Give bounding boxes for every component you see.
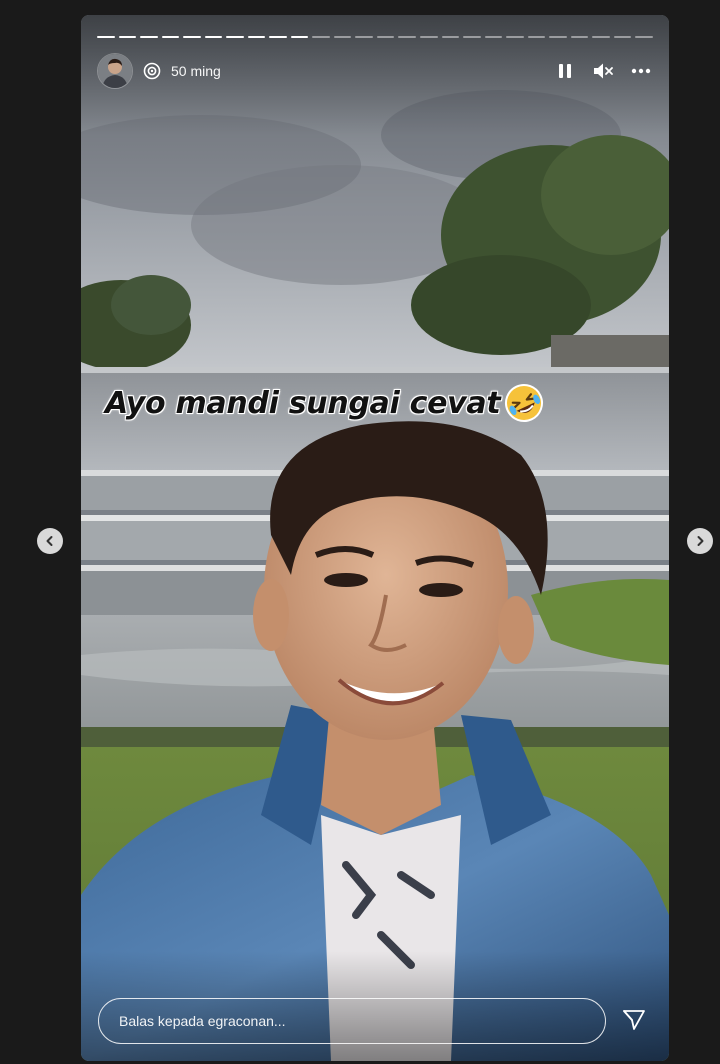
- progress-segment: [570, 36, 589, 38]
- reply-input[interactable]: [98, 998, 606, 1044]
- story-header: 50 ming: [97, 53, 653, 89]
- progress-segment: [441, 36, 460, 38]
- progress-segment: [183, 36, 201, 38]
- pause-icon: [559, 64, 571, 78]
- progress-segment: [269, 36, 287, 38]
- progress-segment: [506, 36, 524, 38]
- story-card[interactable]: 50 ming Ayo mandi sungai cevat Balas kep…: [81, 15, 669, 1061]
- progress-segment: [398, 36, 416, 38]
- story-controls: [553, 59, 653, 83]
- progress-segment: [333, 36, 352, 38]
- close-friends-ring-icon: [143, 62, 161, 80]
- progress-segment: [635, 36, 653, 38]
- chevron-right-icon: [697, 536, 704, 546]
- progress-segment: [204, 36, 223, 38]
- profile-avatar[interactable]: [97, 53, 133, 89]
- progress-segment: [549, 36, 567, 38]
- send-button[interactable]: [621, 1007, 647, 1033]
- caption-text: Ayo mandi sungai cevat: [105, 385, 501, 421]
- progress-segment: [484, 36, 503, 38]
- progress-segment: [527, 36, 546, 38]
- next-story-button[interactable]: [687, 528, 713, 554]
- progress-segment: [419, 36, 438, 38]
- progress-segment: [592, 36, 610, 38]
- progress-segment: [376, 36, 395, 38]
- chevron-left-icon: [46, 536, 53, 546]
- progress-segment: [355, 36, 373, 38]
- story-photo: [81, 15, 669, 1061]
- progress-segment: [140, 36, 158, 38]
- story-progress-bar: [97, 36, 653, 38]
- progress-segment: [312, 36, 330, 38]
- mute-button[interactable]: [591, 59, 615, 83]
- story-viewer: 50 ming Ayo mandi sungai cevat Balas kep…: [0, 0, 720, 1064]
- progress-segment: [118, 36, 137, 38]
- progress-segment: [613, 36, 632, 38]
- time-ago: 50 ming: [171, 63, 221, 79]
- rolling-on-floor-laughing-emoji: [502, 381, 546, 425]
- progress-segment: [226, 36, 244, 38]
- progress-segment: [97, 36, 115, 38]
- more-options-icon: [631, 68, 651, 74]
- send-paper-plane-icon: [623, 1010, 645, 1030]
- pause-button[interactable]: [553, 59, 577, 83]
- muted-speaker-icon: [594, 63, 613, 79]
- previous-story-button[interactable]: [37, 528, 63, 554]
- progress-segment: [463, 36, 481, 38]
- story-caption: Ayo mandi sungai cevat: [105, 381, 546, 425]
- progress-segment: [161, 36, 180, 38]
- more-options-button[interactable]: [629, 59, 653, 83]
- progress-segment: [247, 36, 266, 38]
- progress-segment: [290, 36, 309, 38]
